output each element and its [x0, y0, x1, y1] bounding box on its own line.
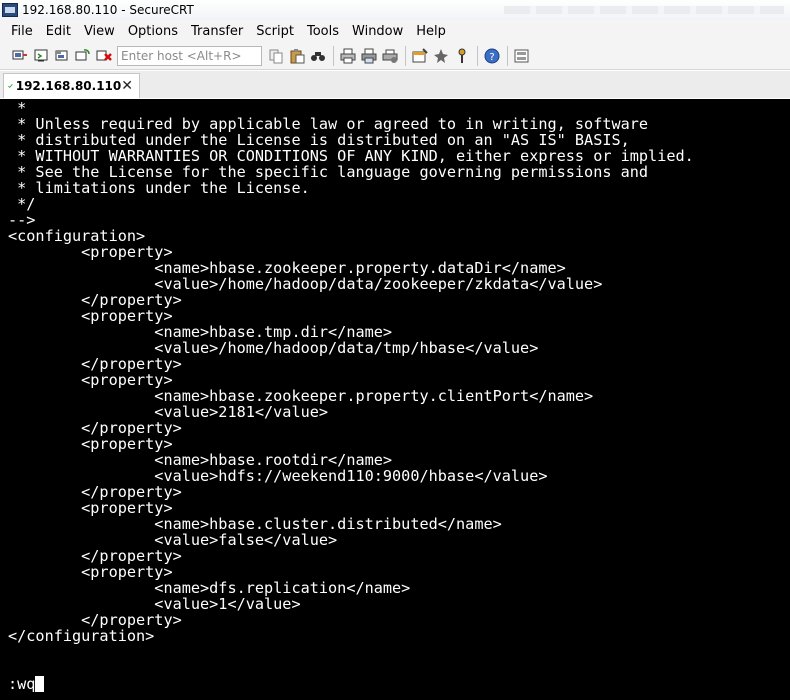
menu-tools[interactable]: Tools	[300, 24, 345, 39]
toolbar-separator	[405, 45, 406, 66]
terminal-line: <value>/home/hadoop/data/tmp/hbase</valu…	[8, 339, 539, 357]
menu-help[interactable]: Help	[409, 24, 452, 39]
terminal-line: -->	[8, 211, 36, 229]
toolbar-separator	[333, 45, 334, 66]
check-icon	[8, 84, 13, 88]
menu-edit[interactable]: Edit	[39, 24, 77, 39]
menu-view[interactable]: View	[77, 24, 121, 39]
find-icon[interactable]	[308, 46, 328, 66]
terminal-line: *	[8, 99, 27, 117]
terminal-line: <name>hbase.zookeeper.property.clientPor…	[8, 387, 594, 405]
terminal-line: <value>2181</value>	[8, 403, 329, 421]
terminal-line: * Unless required by applicable law or a…	[8, 115, 649, 133]
print-icon[interactable]	[338, 46, 358, 66]
toolbar-separator	[507, 45, 508, 66]
terminal-line: <value>1</value>	[8, 595, 301, 613]
help-icon[interactable]: ?	[482, 46, 502, 66]
terminal-line: <property>	[8, 499, 173, 517]
session-tab[interactable]: 192.168.80.110 ✕	[3, 73, 140, 98]
title-bar-background-ghost	[504, 6, 784, 14]
terminal-line: * limitations under the License.	[8, 179, 310, 197]
terminal-line: <configuration>	[8, 227, 146, 245]
menu-file[interactable]: File	[0, 24, 39, 39]
terminal-line: </property>	[8, 355, 182, 373]
terminal-line: <property>	[8, 243, 173, 261]
window-title: 192.168.80.110 - SecureCRT	[22, 3, 194, 17]
disconnect-icon[interactable]	[94, 46, 114, 66]
sftp-icon[interactable]	[512, 46, 532, 66]
terminal-area[interactable]: * * Unless required by applicable law or…	[0, 99, 790, 700]
session-options-icon[interactable]	[410, 46, 430, 66]
toolbar: ?	[0, 42, 790, 70]
enter-host-input[interactable]	[117, 45, 262, 66]
map-keys-icon[interactable]	[431, 46, 451, 66]
terminal-line: * distributed under the License is distr…	[8, 131, 630, 149]
title-bar: 192.168.80.110 - SecureCRT	[0, 0, 790, 20]
print-setup-icon[interactable]	[380, 46, 400, 66]
terminal-line: <name>hbase.rootdir</name>	[8, 451, 393, 469]
quick-connect-icon[interactable]	[31, 46, 51, 66]
terminal-line: <name>hbase.cluster.distributed</name>	[8, 515, 502, 533]
terminal-line: </configuration>	[8, 627, 155, 645]
terminal-line: </property>	[8, 419, 182, 437]
vim-command: :wq	[8, 675, 36, 693]
paste-icon[interactable]	[287, 46, 307, 66]
terminal-line: </property>	[8, 483, 182, 501]
copy-icon[interactable]	[266, 46, 286, 66]
terminal-line: <value>false</value>	[8, 531, 338, 549]
menu-bar: File Edit View Options Transfer Script T…	[0, 20, 790, 42]
terminal-line: * WITHOUT WARRANTIES OR CONDITIONS OF AN…	[8, 147, 694, 165]
tab-strip: 192.168.80.110 ✕	[0, 71, 790, 98]
terminal-line: * See the License for the specific langu…	[8, 163, 649, 181]
terminal-line: <property>	[8, 307, 173, 325]
terminal-line: </property>	[8, 291, 182, 309]
session-tab-label: 192.168.80.110	[15, 79, 122, 93]
menu-transfer[interactable]: Transfer	[184, 24, 249, 39]
terminal-line: <property>	[8, 563, 173, 581]
menu-options[interactable]: Options	[121, 24, 184, 39]
terminal-line: <property>	[8, 371, 173, 389]
terminal-line: </property>	[8, 547, 182, 565]
terminal-line: <property>	[8, 435, 173, 453]
command-line[interactable]: :wq	[8, 675, 45, 693]
terminal-line: */	[8, 195, 36, 213]
terminal-line: </property>	[8, 611, 182, 629]
reconnect-icon[interactable]	[73, 46, 93, 66]
toolbar-separator	[477, 45, 478, 66]
menu-window[interactable]: Window	[345, 24, 409, 39]
print-selection-icon[interactable]	[359, 46, 379, 66]
securecrt-app-icon[interactable]	[2, 3, 18, 17]
terminal-line: <value>hdfs://weekend110:9000/hbase</val…	[8, 467, 548, 485]
svg-text:?: ?	[489, 52, 494, 63]
terminal-line: <name>hbase.zookeeper.property.dataDir</…	[8, 259, 566, 277]
terminal-line: <name>dfs.replication</name>	[8, 579, 411, 597]
close-icon[interactable]: ✕	[121, 79, 133, 93]
keymap-icon[interactable]	[452, 46, 472, 66]
terminal-output: * * Unless required by applicable law or…	[8, 100, 788, 644]
cursor-block	[35, 676, 45, 692]
menu-script[interactable]: Script	[249, 24, 300, 39]
connect-icon[interactable]	[10, 46, 30, 66]
connect-in-tab-icon[interactable]	[52, 46, 72, 66]
terminal-line: <name>hbase.tmp.dir</name>	[8, 323, 393, 341]
terminal-line: <value>/home/hadoop/data/zookeeper/zkdat…	[8, 275, 603, 293]
